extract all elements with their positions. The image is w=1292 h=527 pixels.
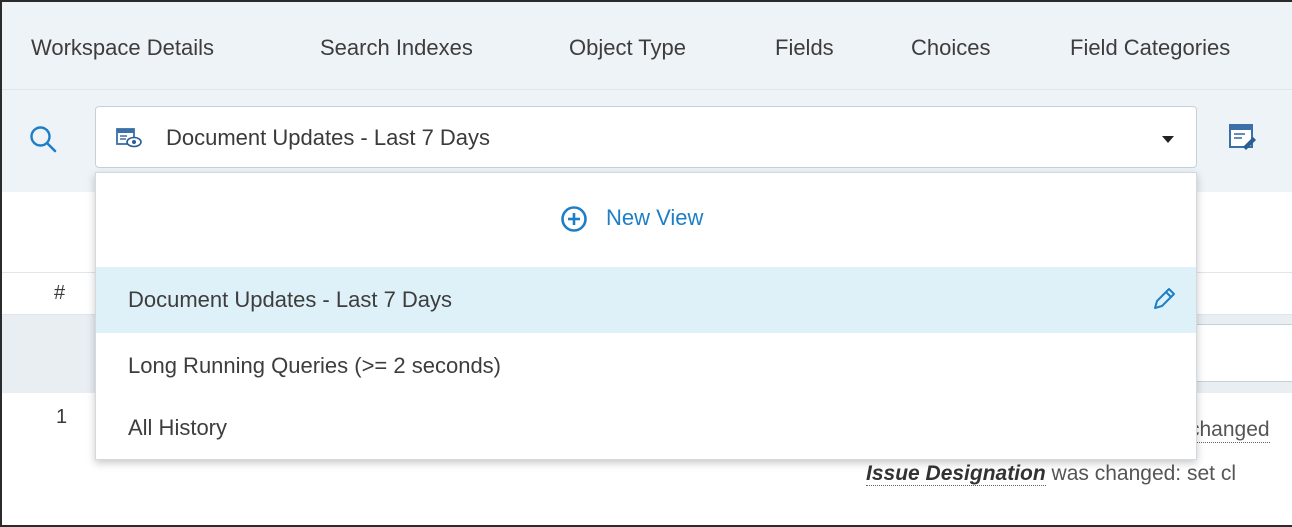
view-dropdown-menu: New View Document Updates - Last 7 Days … bbox=[95, 172, 1197, 460]
view-option-label: All History bbox=[128, 415, 228, 440]
view-selector[interactable]: Document Updates - Last 7 Days bbox=[95, 106, 1197, 168]
view-icon bbox=[116, 128, 142, 148]
change-text-partial: changed bbox=[1189, 418, 1270, 443]
tab-choices[interactable]: Choices bbox=[911, 35, 990, 61]
tab-bar: Workspace Details Search Indexes Object … bbox=[2, 2, 1292, 90]
view-option-all-history[interactable]: All History bbox=[96, 395, 1196, 461]
edit-view-icon[interactable] bbox=[1228, 123, 1256, 151]
tab-fields[interactable]: Fields bbox=[775, 35, 834, 61]
selected-view-label: Document Updates - Last 7 Days bbox=[166, 125, 491, 150]
changed-field-name: Issue Designation bbox=[866, 462, 1046, 486]
new-view-label: New View bbox=[606, 205, 704, 230]
view-option-document-updates[interactable]: Document Updates - Last 7 Days bbox=[96, 267, 1196, 333]
column-filter-input[interactable] bbox=[1182, 324, 1292, 382]
row-number: 1 bbox=[56, 406, 68, 428]
column-header-number: # bbox=[54, 282, 66, 304]
change-description: Issue Designation was changed: set cl bbox=[866, 462, 1236, 486]
tab-search-indexes[interactable]: Search Indexes bbox=[320, 35, 473, 61]
search-icon[interactable] bbox=[28, 124, 58, 154]
tab-field-categories[interactable]: Field Categories bbox=[1070, 35, 1230, 61]
new-view-button[interactable]: New View bbox=[96, 173, 1196, 267]
view-option-long-running-queries[interactable]: Long Running Queries (>= 2 seconds) bbox=[96, 333, 1196, 399]
tab-object-type[interactable]: Object Type bbox=[569, 35, 686, 61]
change-detail: was changed: set cl bbox=[1045, 462, 1236, 485]
pencil-icon[interactable] bbox=[1150, 285, 1178, 313]
plus-circle-icon bbox=[561, 206, 587, 232]
tab-workspace-details[interactable]: Workspace Details bbox=[31, 35, 214, 61]
view-option-label: Long Running Queries (>= 2 seconds) bbox=[128, 353, 502, 378]
app-frame: Workspace Details Search Indexes Object … bbox=[0, 0, 1292, 527]
chevron-down-icon[interactable] bbox=[1162, 136, 1174, 143]
view-option-label: Document Updates - Last 7 Days bbox=[128, 287, 453, 312]
